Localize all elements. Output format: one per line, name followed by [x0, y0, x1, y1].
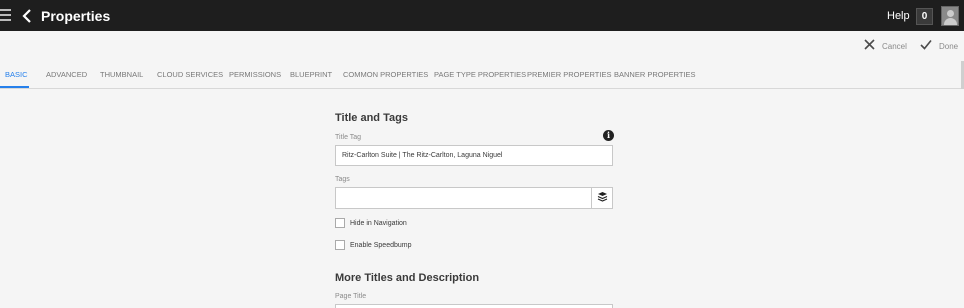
tab-advanced[interactable]: ADVANCED: [46, 70, 87, 79]
tab-blueprint[interactable]: BLUEPRINT: [290, 70, 332, 79]
tab-bar: BASIC ADVANCED THUMBNAIL CLOUD SERVICES …: [0, 61, 964, 89]
page-title-input[interactable]: [335, 304, 613, 308]
avatar[interactable]: [941, 6, 959, 26]
active-tab-indicator: [0, 86, 29, 88]
tab-basic[interactable]: BASIC: [5, 70, 28, 79]
top-bar: Properties Help 0: [0, 0, 964, 31]
tab-banner-properties[interactable]: BANNER PROPERTIES: [614, 70, 696, 79]
checkmark-icon: [920, 37, 932, 55]
cancel-button[interactable]: Cancel: [864, 39, 907, 53]
info-icon[interactable]: i: [603, 130, 614, 141]
tags-input[interactable]: [335, 187, 613, 209]
hide-in-navigation-label: Hide in Navigation: [350, 219, 407, 227]
help-link[interactable]: Help: [887, 10, 910, 22]
section-title-more-titles: More Titles and Description: [335, 272, 480, 284]
notification-badge[interactable]: 0: [916, 8, 933, 25]
hide-in-navigation-checkbox[interactable]: [335, 218, 345, 228]
cancel-label: Cancel: [882, 41, 907, 51]
enable-speedbump-checkbox[interactable]: [335, 240, 345, 250]
chevron-left-icon[interactable]: [20, 8, 34, 24]
tag-icon: [597, 189, 608, 207]
tags-picker-button[interactable]: [591, 188, 612, 208]
action-bar: Cancel Done: [0, 31, 964, 61]
hide-in-navigation-row[interactable]: Hide in Navigation: [335, 218, 407, 228]
tab-thumbnail[interactable]: THUMBNAIL: [100, 70, 143, 79]
tab-cloud-services[interactable]: CLOUD SERVICES: [157, 70, 223, 79]
page-title-label: Page Title: [335, 293, 367, 300]
title-tag-label: Title Tag: [335, 134, 362, 141]
tab-premier-properties[interactable]: PREMIER PROPERTIES: [527, 70, 611, 79]
tab-page-type-properties[interactable]: PAGE TYPE PROPERTIES: [434, 70, 526, 79]
title-tag-input[interactable]: Ritz-Carlton Suite | The Ritz-Carlton, L…: [335, 145, 613, 166]
done-label: Done: [939, 41, 959, 51]
page-title: Properties: [41, 8, 111, 24]
section-title-title-and-tags: Title and Tags: [335, 112, 408, 124]
form-panel: Title and Tags Title Tag i Ritz-Carlton …: [0, 89, 964, 308]
tab-permissions[interactable]: PERMISSIONS: [229, 70, 281, 79]
tab-common-properties[interactable]: COMMON PROPERTIES: [343, 70, 428, 79]
tags-label: Tags: [335, 176, 350, 183]
hamburger-icon[interactable]: [0, 9, 11, 21]
done-button[interactable]: Done: [920, 39, 958, 53]
enable-speedbump-row[interactable]: Enable Speedbump: [335, 240, 412, 250]
enable-speedbump-label: Enable Speedbump: [350, 241, 412, 249]
close-icon: [864, 37, 875, 55]
